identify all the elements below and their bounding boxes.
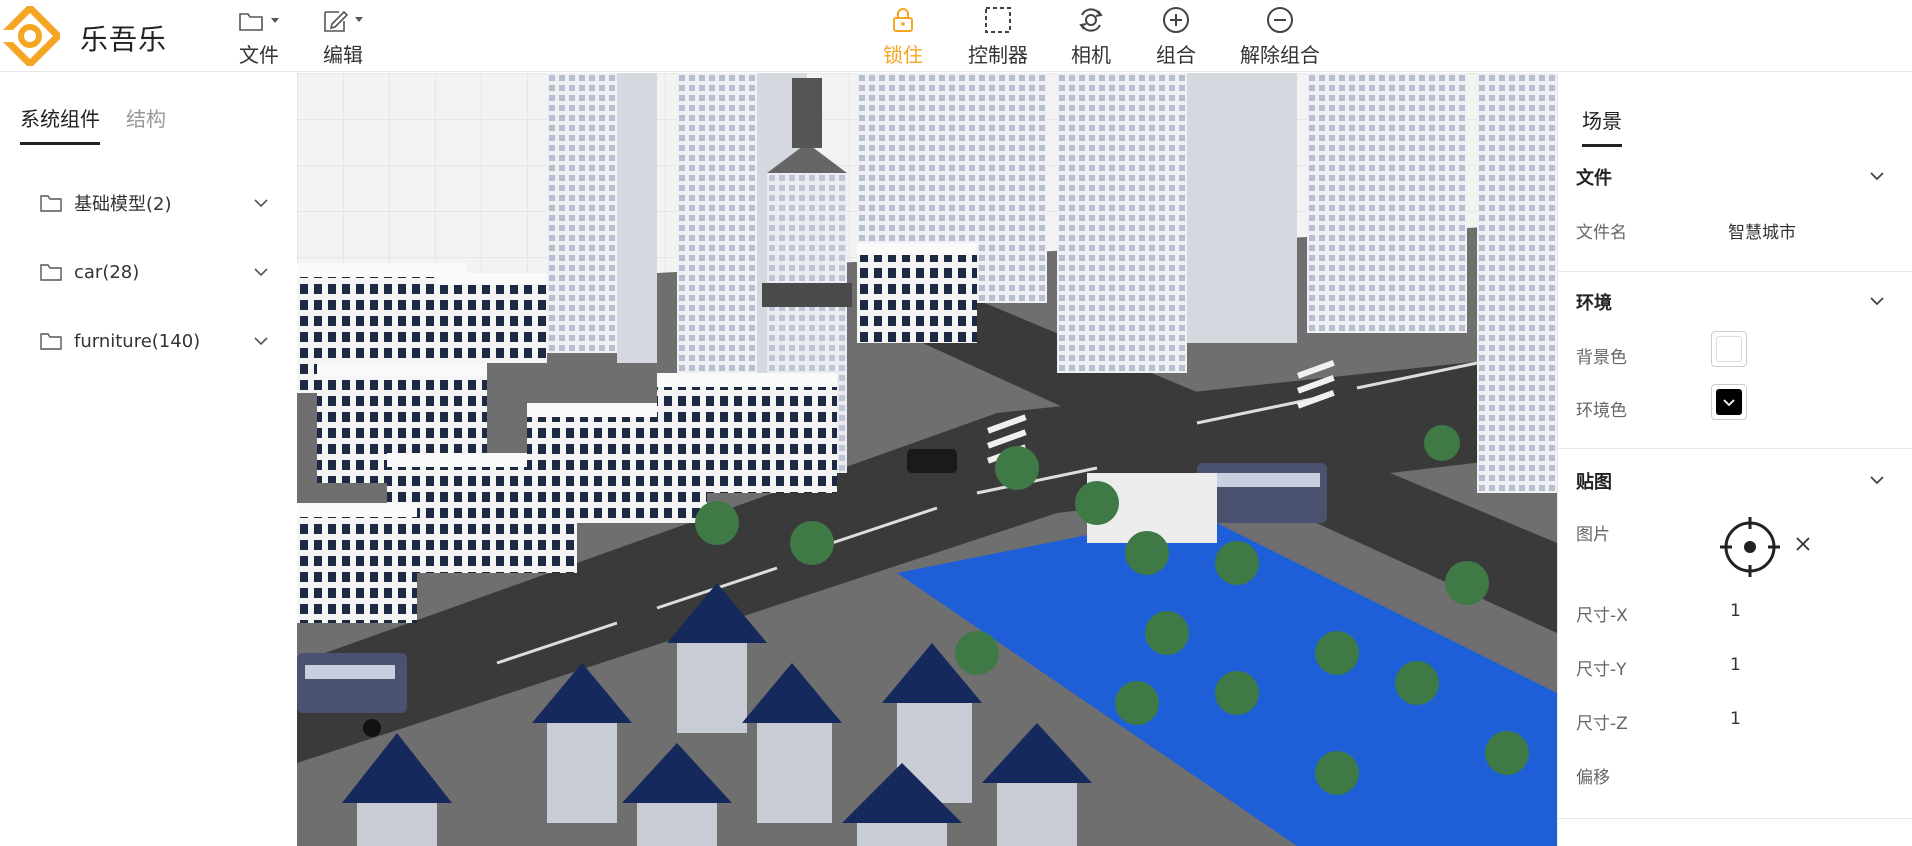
bg-color-swatch (1716, 336, 1742, 362)
image-label: 图片 (1576, 525, 1610, 545)
chevron-down-icon (1723, 399, 1735, 407)
group-label: 组合 (1156, 43, 1196, 67)
chevron-down-icon (254, 268, 268, 277)
file-menu[interactable]: 文件 (238, 6, 280, 68)
folder-car[interactable]: car(28) (40, 252, 270, 292)
file-section-title: 文件 (1576, 168, 1612, 189)
brand-name: 乐吾乐 (80, 23, 168, 56)
controller-icon (983, 4, 1013, 36)
component-panel: 系统组件 结构 基础模型(2) car(28) furniture(140) (0, 73, 297, 846)
chevron-down-icon (254, 199, 268, 208)
folder-label: car(28) (74, 261, 140, 283)
size-x-label: 尺寸-X (1576, 606, 1628, 626)
chevron-down-icon[interactable] (1868, 471, 1886, 489)
ambient-color-picker[interactable] (1711, 384, 1747, 420)
lock-icon (889, 4, 917, 36)
tab-scene[interactable]: 场景 (1582, 105, 1622, 147)
folder-icon (40, 264, 62, 281)
size-z-input[interactable]: 1 (1730, 709, 1741, 729)
folder-icon (40, 333, 62, 350)
camera-label: 相机 (1071, 43, 1111, 67)
ambient-color-swatch (1716, 389, 1742, 415)
property-panel: 场景 文件 文件名 智慧城市 环境 背景色 环境色 贴图 图片 尺寸-X 1 尺… (1557, 73, 1912, 846)
scene-viewport[interactable] (297, 73, 1557, 846)
env-section-title: 环境 (1576, 293, 1612, 314)
chevron-down-icon[interactable] (1868, 167, 1886, 185)
folder-label: furniture(140) (74, 330, 201, 352)
lock-button[interactable]: 锁住 (883, 4, 923, 68)
ambient-color-label: 环境色 (1576, 401, 1627, 421)
edit-icon (322, 6, 364, 36)
camera-icon (1076, 4, 1106, 36)
chevron-down-icon[interactable] (1868, 292, 1886, 310)
component-tabs: 系统组件 结构 (20, 103, 166, 145)
logo-icon (0, 6, 60, 66)
size-x-input[interactable]: 1 (1730, 601, 1741, 621)
lock-label: 锁住 (883, 43, 923, 67)
filename-label: 文件名 (1576, 223, 1627, 243)
target-icon[interactable] (1718, 515, 1782, 579)
folder-label: 基础模型(2) (74, 194, 172, 215)
filename-value[interactable]: 智慧城市 (1728, 218, 1796, 243)
top-toolbar: 乐吾乐 文件 编辑 锁住 控制器 相机 组合 解除组合 (0, 0, 1912, 72)
folder-basic-models[interactable]: 基础模型(2) (40, 183, 270, 223)
ungroup-label: 解除组合 (1240, 43, 1320, 67)
chevron-down-icon (254, 337, 268, 346)
bg-color-label: 背景色 (1576, 348, 1627, 368)
edit-menu[interactable]: 编辑 (322, 6, 364, 68)
plus-circle-icon (1161, 4, 1191, 36)
file-menu-label: 文件 (239, 43, 279, 67)
folder-icon (40, 195, 62, 212)
controller-label: 控制器 (968, 43, 1028, 67)
group-button[interactable]: 组合 (1156, 4, 1196, 68)
folder-icon (238, 6, 280, 36)
camera-button[interactable]: 相机 (1071, 4, 1111, 68)
size-z-label: 尺寸-Z (1576, 714, 1628, 734)
tab-structure[interactable]: 结构 (126, 103, 166, 145)
edit-menu-label: 编辑 (323, 43, 363, 67)
offset-label: 偏移 (1576, 768, 1610, 788)
ungroup-button[interactable]: 解除组合 (1240, 4, 1320, 68)
size-y-label: 尺寸-Y (1576, 660, 1627, 680)
size-y-input[interactable]: 1 (1730, 655, 1741, 675)
folder-furniture[interactable]: furniture(140) (40, 321, 270, 361)
tab-system-components[interactable]: 系统组件 (20, 103, 100, 145)
texture-section-title: 贴图 (1576, 472, 1612, 493)
bg-color-picker[interactable] (1711, 331, 1747, 367)
divider (1558, 448, 1912, 449)
controller-button[interactable]: 控制器 (968, 4, 1028, 68)
close-icon[interactable] (1794, 535, 1812, 553)
minus-circle-icon (1265, 4, 1295, 36)
divider (1558, 818, 1912, 819)
city-scene (297, 73, 1557, 846)
divider (1558, 271, 1912, 272)
